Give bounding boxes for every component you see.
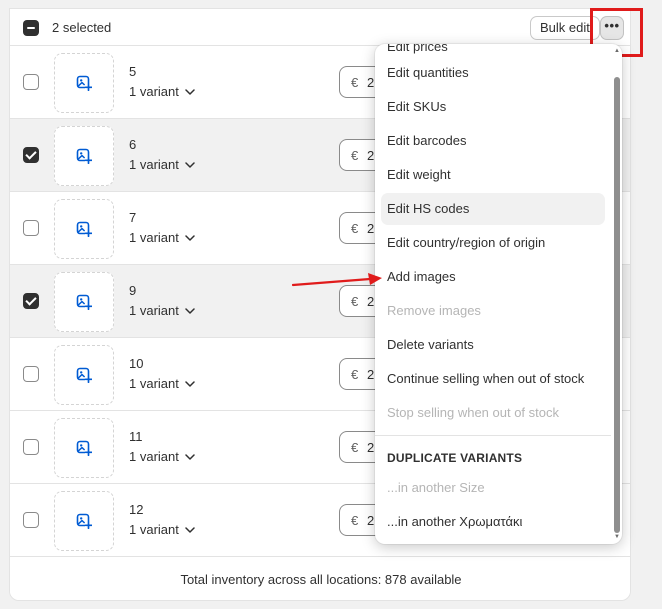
- variant-count-toggle[interactable]: 1 variant: [129, 230, 195, 245]
- variant-checkbox[interactable]: [23, 366, 39, 382]
- variant-name: 12: [129, 502, 144, 517]
- variant-count: 1 variant: [129, 303, 179, 318]
- menu-divider: [375, 435, 611, 436]
- variant-count: 1 variant: [129, 230, 179, 245]
- variant-checkbox[interactable]: [23, 147, 39, 163]
- image-add-icon: [76, 294, 92, 310]
- scroll-down-icon[interactable]: ▼: [614, 534, 620, 540]
- bulk-actions-bar: 2 selected Bulk edit •••: [10, 9, 630, 46]
- select-all-checkbox[interactable]: [23, 20, 39, 36]
- menu-item[interactable]: Edit weight: [381, 159, 605, 191]
- currency-symbol: €: [351, 221, 359, 236]
- variant-name: 5: [129, 64, 137, 79]
- variant-checkbox[interactable]: [23, 439, 39, 455]
- menu-item[interactable]: Edit HS codes: [381, 193, 605, 225]
- chevron-down-icon[interactable]: [185, 89, 195, 95]
- variant-checkbox[interactable]: [23, 220, 39, 236]
- variant-count-toggle[interactable]: 1 variant: [129, 157, 195, 172]
- variant-count-toggle[interactable]: 1 variant: [129, 522, 195, 537]
- chevron-down-icon[interactable]: [185, 381, 195, 387]
- duplicate-menu-item: ...in another Size: [387, 480, 485, 495]
- variant-count-toggle[interactable]: 1 variant: [129, 449, 195, 464]
- menu-item[interactable]: Edit country/region of origin: [381, 227, 605, 259]
- currency-symbol: €: [351, 440, 359, 455]
- menu-item[interactable]: Delete variants: [381, 329, 605, 361]
- currency-symbol: €: [351, 75, 359, 90]
- variant-count: 1 variant: [129, 84, 179, 99]
- more-actions-menu: Edit prices Edit quantities Edit SKUs Edit …: [375, 44, 622, 544]
- variant-name: 6: [129, 137, 137, 152]
- image-add-icon: [76, 513, 92, 529]
- currency-symbol: €: [351, 148, 359, 163]
- variant-name: 10: [129, 356, 144, 371]
- chevron-down-icon[interactable]: [185, 454, 195, 460]
- add-image-thumbnail[interactable]: [54, 272, 114, 332]
- annotation-arrow-icon: [292, 273, 382, 287]
- chevron-down-icon[interactable]: [185, 235, 195, 241]
- menu-item[interactable]: Continue selling when out of stock: [381, 363, 605, 395]
- image-add-icon: [76, 148, 92, 164]
- image-add-icon: [76, 440, 92, 456]
- variant-checkbox[interactable]: [23, 512, 39, 528]
- variant-count: 1 variant: [129, 376, 179, 391]
- menu-item[interactable]: Edit SKUs: [381, 91, 605, 123]
- image-add-icon: [76, 221, 92, 237]
- variant-checkbox[interactable]: [23, 293, 39, 309]
- add-image-thumbnail[interactable]: [54, 53, 114, 113]
- add-image-thumbnail[interactable]: [54, 199, 114, 259]
- variant-count: 1 variant: [129, 522, 179, 537]
- scroll-up-icon[interactable]: ▲: [614, 48, 620, 54]
- currency-symbol: €: [351, 294, 359, 309]
- menu-item[interactable]: Edit barcodes: [381, 125, 605, 157]
- menu-scrollbar-thumb[interactable]: [614, 77, 620, 533]
- chevron-down-icon[interactable]: [185, 527, 195, 533]
- menu-item: Remove images: [387, 303, 481, 318]
- add-image-thumbnail[interactable]: [54, 345, 114, 405]
- menu-item[interactable]: Edit quantities: [381, 57, 605, 89]
- menu-item: Stop selling when out of stock: [387, 405, 559, 420]
- variant-name: 9: [129, 283, 137, 298]
- variant-name: 7: [129, 210, 137, 225]
- currency-symbol: €: [351, 513, 359, 528]
- add-image-thumbnail[interactable]: [54, 126, 114, 186]
- image-add-icon: [76, 367, 92, 383]
- menu-item[interactable]: Add images: [381, 261, 605, 293]
- duplicate-section-title: DUPLICATE VARIANTS: [387, 451, 523, 465]
- duplicate-menu-item[interactable]: ...in another Χρωματάκι: [381, 506, 605, 538]
- currency-symbol: €: [351, 367, 359, 382]
- variant-count: 1 variant: [129, 449, 179, 464]
- variant-count-toggle[interactable]: 1 variant: [129, 303, 195, 318]
- chevron-down-icon[interactable]: [185, 308, 195, 314]
- image-add-icon: [76, 75, 92, 91]
- variant-count-toggle[interactable]: 1 variant: [129, 84, 195, 99]
- inventory-total: Total inventory across all locations: 87…: [10, 559, 630, 600]
- add-image-thumbnail[interactable]: [54, 418, 114, 478]
- variant-count: 1 variant: [129, 157, 179, 172]
- selected-count: 2 selected: [52, 20, 112, 35]
- variant-name: 11: [129, 429, 143, 444]
- add-image-thumbnail[interactable]: [54, 491, 114, 551]
- variant-checkbox[interactable]: [23, 74, 39, 90]
- chevron-down-icon[interactable]: [185, 162, 195, 168]
- variant-count-toggle[interactable]: 1 variant: [129, 376, 195, 391]
